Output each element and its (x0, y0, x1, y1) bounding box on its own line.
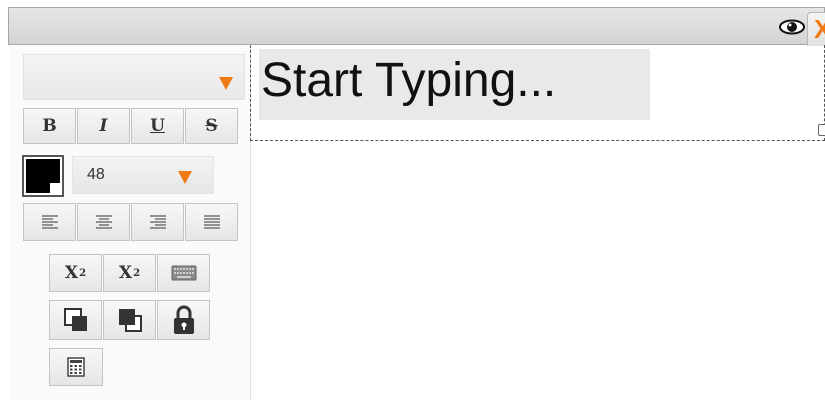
resize-handle[interactable] (818, 124, 825, 136)
chevron-down-icon (219, 77, 233, 90)
font-size-select[interactable]: 48 (72, 156, 214, 194)
bold-button[interactable]: B (23, 108, 76, 144)
close-button[interactable]: X (807, 12, 825, 46)
lock-icon (173, 305, 194, 334)
superscript-label: X (118, 263, 133, 283)
italic-label: I (99, 116, 108, 136)
bring-forward-icon (63, 308, 87, 331)
lock-button[interactable] (157, 300, 210, 340)
align-right-icon (149, 215, 166, 229)
text-box[interactable]: Start Typing... (250, 45, 825, 141)
align-button-row (23, 203, 238, 241)
calculator-button[interactable] (49, 348, 103, 386)
calc-button-row (49, 348, 103, 386)
keyboard-button[interactable] (157, 254, 210, 292)
text-color-picker[interactable] (22, 155, 64, 197)
calculator-icon (67, 357, 85, 377)
top-bar: X (8, 7, 825, 46)
superscript-button[interactable]: X2 (103, 254, 156, 292)
chevron-down-icon (178, 171, 192, 184)
underline-label: U (150, 116, 165, 136)
superscript-mark: 2 (133, 267, 141, 279)
subscript-label: X (64, 263, 79, 283)
align-justify-icon (203, 215, 220, 229)
send-backward-icon (118, 309, 142, 332)
bring-forward-button[interactable] (49, 300, 102, 340)
italic-button[interactable]: I (77, 108, 130, 144)
color-swatch-corner (50, 183, 60, 193)
strikethrough-button[interactable]: S (185, 108, 238, 144)
eye-icon[interactable] (779, 19, 805, 35)
text-toolbar: B I U S 48 X 2 X 2 (9, 46, 251, 400)
subscript-mark: 2 (79, 267, 87, 279)
align-left-icon (41, 215, 58, 229)
align-justify-button[interactable] (185, 203, 238, 241)
align-left-button[interactable] (23, 203, 76, 241)
font-family-select[interactable] (23, 54, 245, 100)
align-center-button[interactable] (77, 203, 130, 241)
send-backward-button[interactable] (103, 300, 156, 340)
strikethrough-label: S (205, 116, 218, 136)
text-placeholder[interactable]: Start Typing... (259, 49, 650, 120)
subscript-button[interactable]: X2 (49, 254, 102, 292)
bold-label: B (42, 116, 57, 136)
align-right-button[interactable] (131, 203, 184, 241)
keyboard-icon (171, 265, 196, 281)
format-button-row: B I U S (23, 108, 238, 144)
script-button-row: X2 X2 (49, 254, 210, 292)
font-size-value: 48 (87, 166, 105, 183)
underline-button[interactable]: U (131, 108, 184, 144)
align-center-icon (95, 215, 112, 229)
layer-button-row (49, 300, 210, 340)
